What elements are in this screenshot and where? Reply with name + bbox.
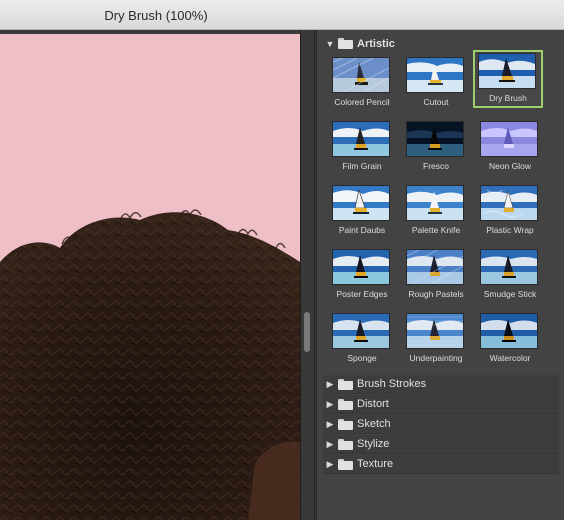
filter-cutout[interactable]: Cutout — [401, 54, 471, 112]
filter-sponge[interactable]: Sponge — [327, 310, 397, 368]
category-label: Sketch — [357, 418, 391, 430]
filter-thumbnail — [406, 185, 464, 221]
filter-thumbnail — [480, 249, 538, 285]
filter-dry-brush[interactable]: Dry Brush — [473, 50, 543, 108]
filter-thumbnail — [480, 185, 538, 221]
category-label: Texture — [357, 458, 394, 470]
category-label: Distort — [357, 398, 389, 410]
filter-thumbnail — [332, 249, 390, 285]
triangle-right-icon[interactable]: ▶ — [323, 439, 337, 450]
filter-thumbnail — [480, 121, 538, 157]
category-distort[interactable]: ▶ Distort — [323, 395, 559, 414]
filter-thumbnail — [406, 249, 464, 285]
filter-thumbnail — [332, 57, 390, 93]
category-label: Stylize — [357, 438, 390, 450]
triangle-right-icon[interactable]: ▶ — [323, 419, 337, 430]
vertical-scrollbar[interactable] — [301, 30, 315, 520]
filter-palette-knife[interactable]: Palette Knife — [401, 182, 471, 240]
filter-thumbnail — [332, 121, 390, 157]
filter-plastic-wrap[interactable]: Plastic Wrap — [475, 182, 545, 240]
filter-thumbnail — [406, 57, 464, 93]
folder-icon — [338, 38, 353, 49]
folder-icon — [338, 418, 353, 430]
filter-colored-pencil[interactable]: Colored Pencil — [327, 54, 397, 112]
folder-icon — [338, 378, 353, 390]
scrollbar-thumb[interactable] — [304, 312, 310, 352]
filter-smudge-stick[interactable]: Smudge Stick — [475, 246, 545, 304]
filter-underpainting[interactable]: Underpainting — [401, 310, 471, 368]
category-stylize[interactable]: ▶ Stylize — [323, 435, 559, 454]
filter-gallery-panel: ▼ Artistic Colored Pencil Cutout Dry Bru… — [316, 30, 564, 520]
filter-poster-edges[interactable]: Poster Edges — [327, 246, 397, 304]
filter-thumbnail — [406, 121, 464, 157]
folder-icon — [338, 398, 353, 410]
title-bar: Dry Brush (100%) — [0, 0, 564, 30]
folder-icon — [338, 438, 353, 450]
filter-thumbnail — [480, 313, 538, 349]
filter-thumbnail — [406, 313, 464, 349]
category-sketch[interactable]: ▶ Sketch — [323, 415, 559, 434]
triangle-right-icon[interactable]: ▶ — [323, 379, 337, 390]
folder-icon — [338, 458, 353, 470]
filter-fresco[interactable]: Fresco — [401, 118, 471, 176]
filter-thumbnail — [478, 53, 536, 89]
filter-rough-pastels[interactable]: Rough Pastels — [401, 246, 471, 304]
window-title: Dry Brush (100%) — [104, 8, 208, 23]
category-label: Artistic — [357, 37, 395, 50]
category-label: Brush Strokes — [357, 378, 427, 390]
filter-neon-glow[interactable]: Neon Glow — [475, 118, 545, 176]
triangle-right-icon[interactable]: ▶ — [323, 399, 337, 410]
preview-image — [0, 34, 300, 520]
filter-thumbnail — [332, 185, 390, 221]
filter-film-grain[interactable]: Film Grain — [327, 118, 397, 176]
category-texture[interactable]: ▶ Texture — [323, 455, 559, 474]
triangle-right-icon[interactable]: ▶ — [323, 459, 337, 470]
filter-paint-daubs[interactable]: Paint Daubs — [327, 182, 397, 240]
triangle-down-icon[interactable]: ▼ — [323, 39, 337, 49]
filter-watercolor[interactable]: Watercolor — [475, 310, 545, 368]
category-brush-strokes[interactable]: ▶ Brush Strokes — [323, 375, 559, 394]
filter-thumbnail — [332, 313, 390, 349]
image-preview-canvas[interactable] — [0, 34, 300, 520]
